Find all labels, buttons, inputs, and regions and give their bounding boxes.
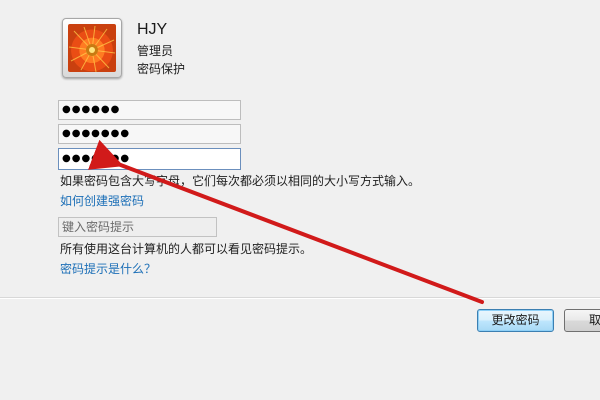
orange-flower-avatar-icon — [68, 24, 116, 72]
strong-password-link[interactable]: 如何创建强密码 — [60, 192, 144, 209]
new-password-input[interactable]: ●●●●●●● — [58, 124, 241, 144]
user-avatar — [62, 18, 122, 78]
password-protection-status: 密码保护 — [137, 62, 186, 76]
cancel-button[interactable]: 取 — [564, 309, 600, 332]
user-header: HJY 管理员 密码保护 — [62, 18, 362, 82]
user-role: 管理员 — [137, 44, 174, 58]
case-sensitivity-note: 如果密码包含大写字母，它们每次都必须以相同的大小写方式输入。 — [60, 174, 421, 188]
hint-visibility-note: 所有使用这台计算机的人都可以看见密码提示。 — [60, 242, 313, 256]
confirm-password-input[interactable]: ●●●●●●● — [58, 148, 241, 170]
password-hint-help-link[interactable]: 密码提示是什么？ — [60, 260, 156, 277]
flower-icon — [68, 25, 116, 72]
user-name: HJY — [137, 21, 168, 38]
password-hint-input[interactable]: 键入密码提示 — [58, 217, 217, 237]
current-password-input[interactable]: ●●●●●● — [58, 100, 241, 120]
footer-separator — [0, 297, 600, 299]
change-password-button[interactable]: 更改密码 — [477, 309, 554, 332]
